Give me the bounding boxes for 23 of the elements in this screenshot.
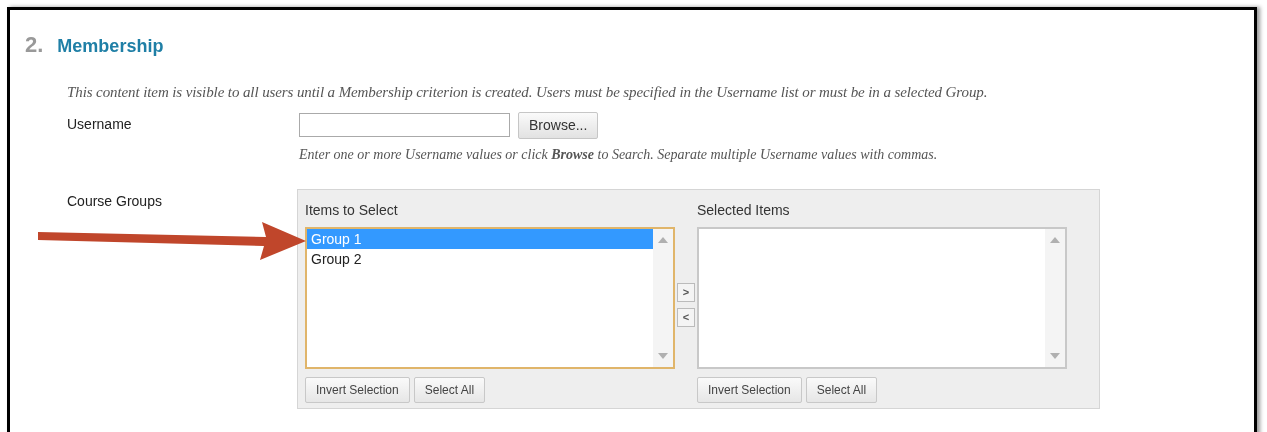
list-box[interactable] [697,226,1067,369]
list-action-button[interactable]: Invert Selection [305,376,410,403]
list-box[interactable]: Group 1 Group 2 [305,226,675,369]
move-button[interactable]: > [677,282,695,302]
list-action-button[interactable]: Select All [805,376,878,403]
scroll-up-icon[interactable] [658,236,668,243]
list-action-button[interactable]: Select All [413,376,486,403]
field-label: Course Groups [67,191,162,211]
section-number: 2. [25,31,44,59]
scroll-down-icon[interactable] [1050,352,1060,359]
username-hint: Enter one or more Username values or click Browse to Search. Separate multiple Username values with commas. [299,145,938,164]
browse-button[interactable]: Browse... [518,111,599,139]
list-title: Items to Select [305,200,399,220]
scroll-down-icon[interactable] [658,352,668,359]
list-title: Selected Items [697,200,791,220]
username-field[interactable] [299,113,510,137]
section-title: Membership [57,35,164,58]
list-item[interactable]: Group 2 [307,248,653,269]
description: This content item is visible to all users until a Membership criterion is created. Users must be specified in the Username list or must be in a selected Group. [67,83,989,102]
field-label: Username [67,114,133,134]
list-action-button[interactable]: Invert Selection [697,376,802,403]
move-button[interactable]: < [677,307,695,327]
scroll-up-icon[interactable] [1050,236,1060,243]
